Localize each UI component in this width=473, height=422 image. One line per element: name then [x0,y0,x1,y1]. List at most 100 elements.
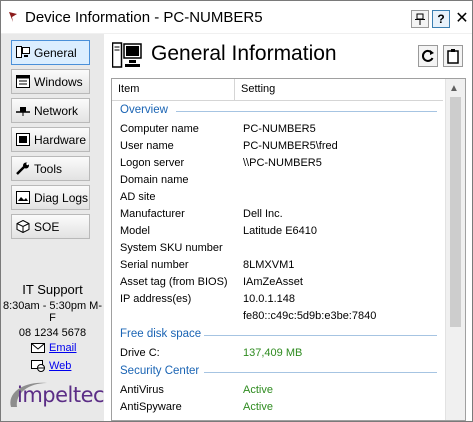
clipboard-icon [447,49,459,64]
help-button[interactable]: ? [432,10,450,28]
row-setting: Latitude E6410 [243,225,318,237]
column-header-setting[interactable]: Setting [241,83,275,95]
scrollbar-thumb[interactable] [450,97,461,327]
grid-rows: Overview Computer name PC-NUMBER5 User name… [112,101,443,416]
network-icon [16,107,30,116]
copy-button[interactable] [443,45,463,67]
sidebar-item-soe[interactable]: SOE [11,214,90,239]
wrench-icon [16,162,29,175]
overview-row[interactable]: fe80::c49c:5d9b:e3be:7840 [112,308,443,325]
row-setting: Dell Inc. [243,208,283,220]
app-icon [9,12,17,22]
row-item: Serial number [120,259,189,271]
email-link[interactable]: Email [49,342,77,354]
email-row: Email [1,341,104,357]
row-item: Manufacturer [120,208,185,220]
overview-row[interactable]: Logon server \\PC-NUMBER5 [112,155,443,172]
row-item: AntiVirus [120,384,164,396]
pin-button[interactable] [411,10,429,28]
image-icon [16,191,30,204]
it-support-panel: IT Support 8:30am - 5:30pm M-F 08 1234 5… [1,282,104,375]
row-item: User name [120,140,174,152]
row-item: AntiSpyware [120,401,182,413]
column-separator[interactable] [234,79,235,101]
row-item: Logon server [120,157,185,169]
overview-row[interactable]: AD site [112,189,443,206]
sidebar-item-tools[interactable]: Tools [11,156,90,181]
section-title: Free disk space [120,328,202,340]
title-bar: Device Information - PC-NUMBER5 ? ✕ [1,1,472,33]
web-link[interactable]: Web [49,360,71,372]
row-item: IP address(es) [120,293,192,305]
section-rule [204,372,437,373]
overview-row[interactable]: User name PC-NUMBER5\fred [112,138,443,155]
grid-header: Item Setting [112,79,443,101]
sidebar-item-label: Diag Logs [34,191,89,205]
logo-wordmark: impeltec [17,383,105,407]
section-overview: Overview [112,101,443,121]
cube-icon [16,220,30,233]
vertical-scrollbar[interactable]: ▲ [445,79,465,420]
row-item: Model [120,225,150,237]
pin-icon [415,13,425,25]
info-grid: Item Setting Overview Computer name PC-NUM… [111,78,466,421]
row-item: AD site [120,191,156,203]
row-setting: 10.0.1.148 [243,293,295,305]
overview-row[interactable]: Computer name PC-NUMBER5 [112,121,443,138]
computer-icon [112,42,142,68]
envelope-icon [31,343,45,353]
security-row[interactable]: AntiVirus Active [112,382,443,399]
sidebar-item-label: Network [34,104,79,118]
section-security-center: Security Center [112,362,443,382]
web-icon [31,360,45,372]
row-setting: IAmZeAsset [243,276,303,288]
scroll-up-icon[interactable]: ▲ [449,83,459,94]
section-rule [204,335,437,336]
security-row[interactable]: AntiSpyware Active [112,399,443,416]
row-setting: fe80::c49c:5d9b:e3be:7840 [243,310,377,322]
sidebar-item-network[interactable]: Network [11,98,90,123]
row-item: Computer name [120,123,199,135]
row-item: Domain name [120,174,189,186]
sidebar-item-label: General [34,46,77,60]
overview-row[interactable]: Domain name [112,172,443,189]
web-row: Web [1,359,104,375]
refresh-icon [421,49,434,62]
sidebar-item-label: Tools [34,162,63,176]
disk-row[interactable]: Drive C: 137,409 MB [112,345,443,362]
sidebar-item-windows[interactable]: Windows [11,69,90,94]
row-item: System SKU number [120,242,223,254]
row-item: Drive C: [120,347,160,359]
device-information-window: Device Information - PC-NUMBER5 ? ✕ Gene… [0,0,473,422]
overview-row[interactable]: Serial number 8LMXVM1 [112,257,443,274]
row-setting: \\PC-NUMBER5 [243,157,322,169]
sidebar-item-hardware[interactable]: Hardware [11,127,90,152]
hardware-icon [16,133,30,146]
row-setting: PC-NUMBER5\fred [243,140,338,152]
sidebar-item-label: Hardware [34,133,87,147]
row-item: Asset tag (from BIOS) [120,276,228,288]
overview-row[interactable]: System SKU number [112,240,443,257]
section-title: Security Center [120,365,200,377]
page-title: General Information [151,42,337,65]
support-phone: 08 1234 5678 [18,327,87,339]
refresh-button[interactable] [418,45,438,67]
sidebar: General Windows Network Hardware Tools D… [1,34,105,421]
overview-row[interactable]: Asset tag (from BIOS) IAmZeAsset [112,274,443,291]
computer-icon [16,46,30,58]
section-title: Overview [120,104,168,116]
support-title: IT Support [22,282,83,297]
overview-row[interactable]: Manufacturer Dell Inc. [112,206,443,223]
sidebar-item-diag-logs[interactable]: Diag Logs [11,185,90,210]
windows-icon [16,75,30,88]
row-setting: Active [243,401,273,413]
impeltec-logo: impeltec [7,379,105,411]
column-header-item[interactable]: Item [118,83,139,95]
sidebar-item-label: SOE [34,220,60,234]
row-setting: PC-NUMBER5 [243,123,316,135]
overview-row[interactable]: IP address(es) 10.0.1.148 [112,291,443,308]
sidebar-item-general[interactable]: General [11,40,90,65]
close-button[interactable]: ✕ [454,10,470,28]
section-free-disk-space: Free disk space [112,325,443,345]
overview-row[interactable]: Model Latitude E6410 [112,223,443,240]
